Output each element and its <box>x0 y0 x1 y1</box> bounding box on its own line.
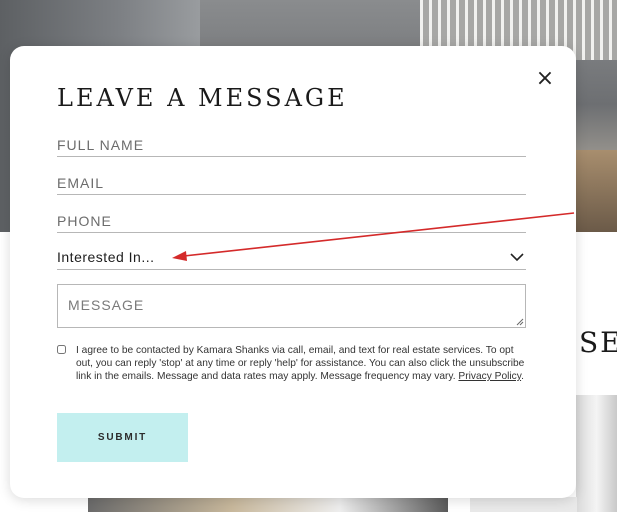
background-section-heading: SE <box>579 326 617 359</box>
privacy-policy-link[interactable]: Privacy Policy <box>458 371 521 382</box>
resize-handle-icon[interactable] <box>516 318 524 326</box>
consent-end: . <box>521 371 524 382</box>
interested-in-select[interactable]: Interested In... <box>57 246 526 270</box>
background-listing-image <box>88 497 448 512</box>
phone-input[interactable] <box>57 210 526 233</box>
full-name-input[interactable] <box>57 134 526 157</box>
consent-checkbox[interactable] <box>57 345 66 354</box>
close-button[interactable]: × <box>530 64 560 94</box>
background-listing-image <box>576 395 617 512</box>
close-icon: × <box>535 66 555 91</box>
consent-text: I agree to be contacted by Kamara Shanks… <box>76 344 528 383</box>
chevron-down-icon <box>510 253 524 262</box>
modal-title: LEAVE A MESSAGE <box>57 84 348 112</box>
submit-button[interactable]: SUBMIT <box>57 413 188 462</box>
email-input[interactable] <box>57 172 526 195</box>
background-listing-image <box>470 497 577 512</box>
message-textarea[interactable] <box>57 284 526 328</box>
interested-in-value: Interested In... <box>57 249 155 265</box>
